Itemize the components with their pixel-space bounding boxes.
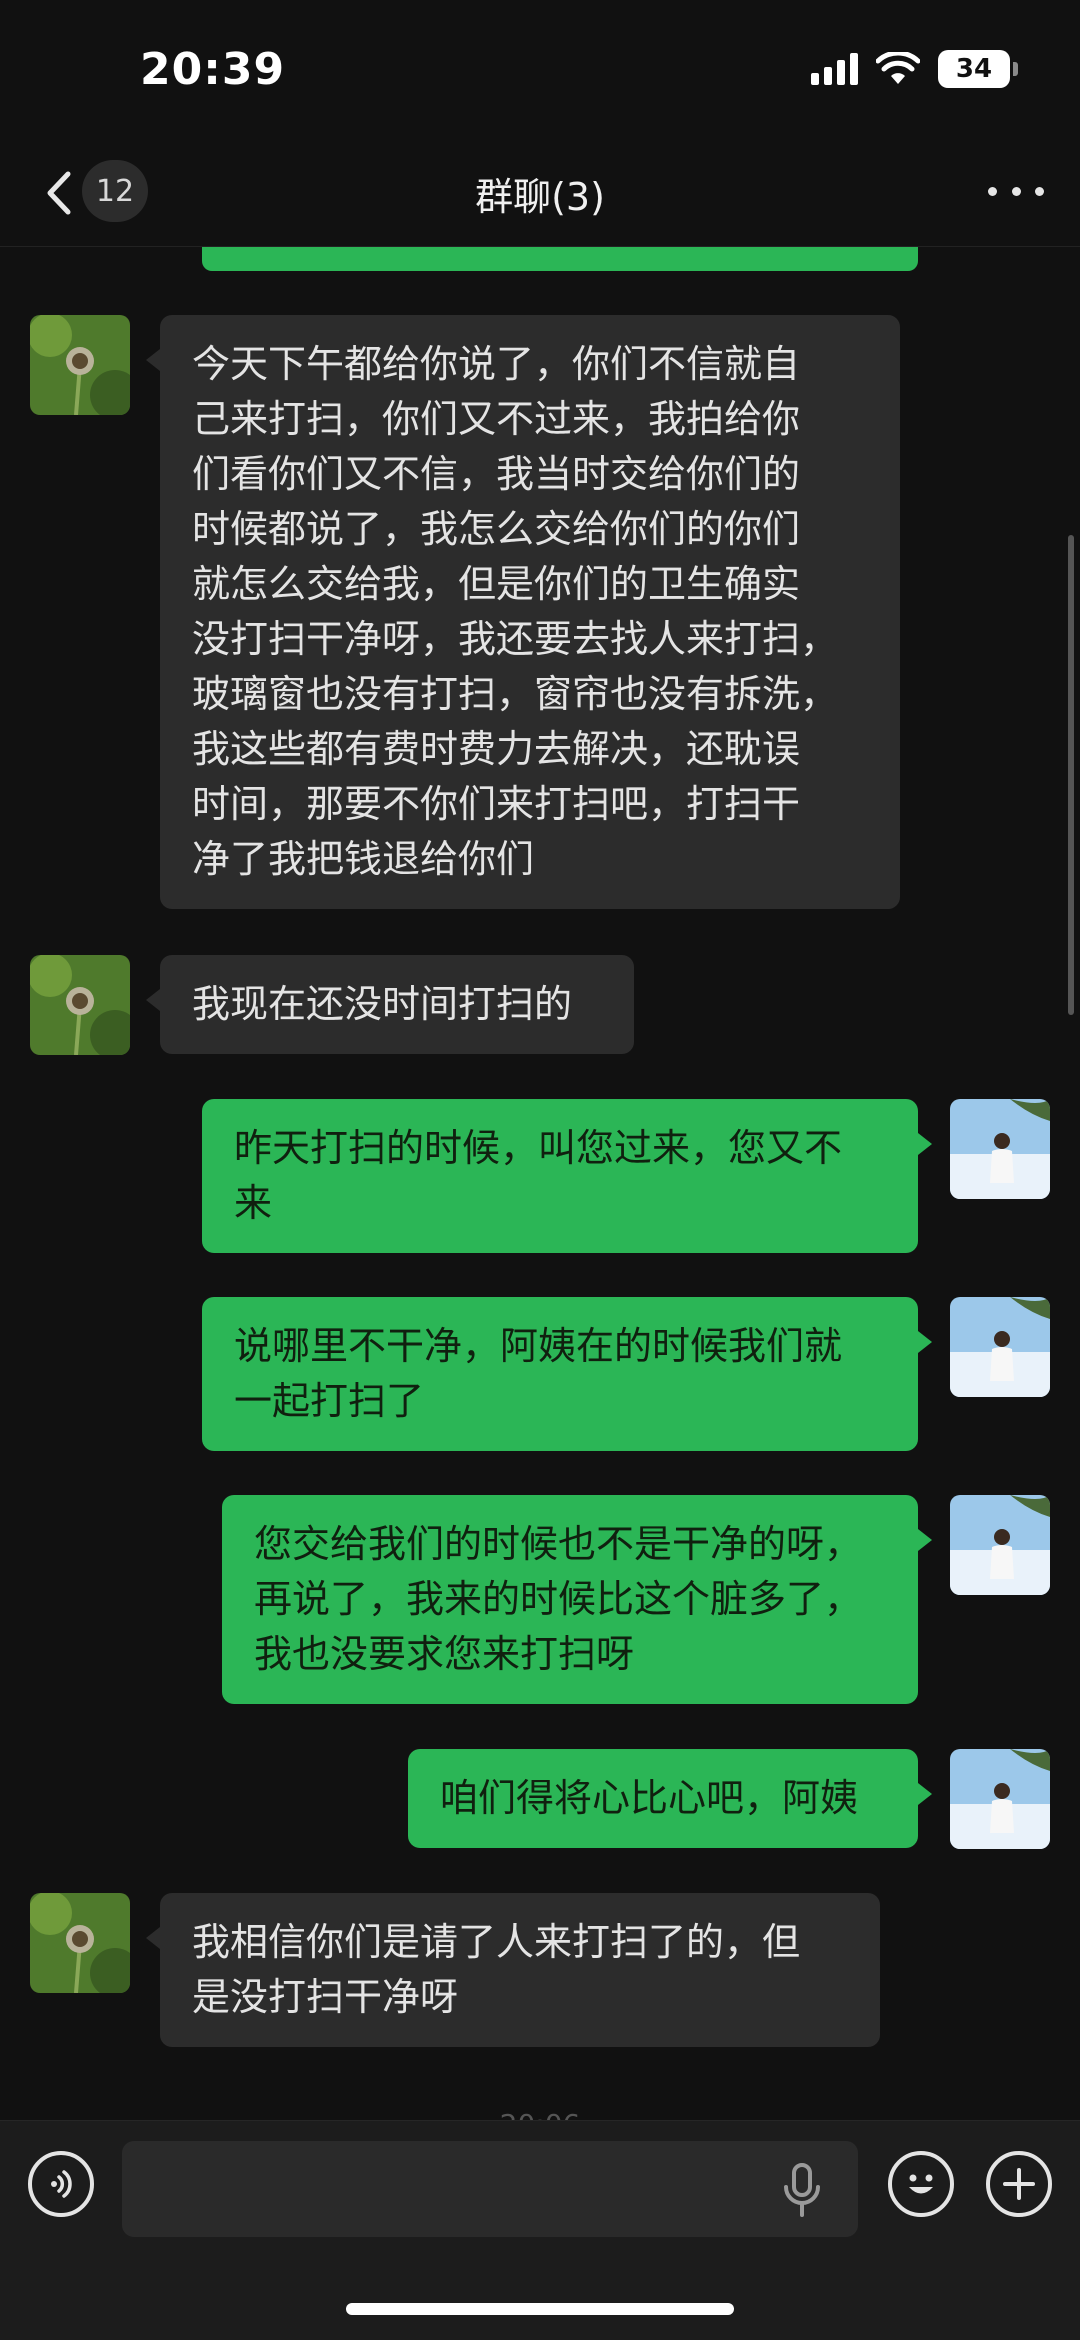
message-line: 是没打扫干净呀 (192, 1975, 459, 2019)
message-line: 净了我把钱退给你们 (192, 837, 535, 881)
partial-sent-bubble[interactable] (202, 247, 918, 271)
message-line: 时候都说了，我怎么交给你们的你们 (192, 507, 801, 551)
message-bubble[interactable]: 今天下午都给你说了，你们不信就自 己来打扫，你们又不过来，我拍给你 们看你们又不… (146, 315, 900, 909)
message-line: 说哪里不干净，阿姨在的时候我们就 (234, 1324, 843, 1368)
message-line: 一起打扫了 (234, 1379, 425, 1423)
message-bubble[interactable]: 说哪里不干净，阿姨在的时候我们就 一起打扫了 (202, 1297, 932, 1451)
message-line: 就怎么交给我，但是你们的卫生确实 (192, 562, 801, 606)
message-line: 我这些都有费时费力去解决，还耽误 (192, 727, 801, 771)
voice-mode-icon[interactable] (28, 2151, 94, 2217)
message-line: 我相信你们是请了人来打扫了的，但 (192, 1920, 801, 1964)
status-icons: 34 (811, 50, 1018, 88)
battery-icon: 34 (938, 50, 1018, 88)
person-avatar[interactable] (950, 1495, 1050, 1595)
message-line: 再说了，我来的时候比这个脏多了， (254, 1577, 863, 1621)
message-line: 我也没要求您来打扫呀 (254, 1632, 635, 1676)
message-line: 咱们得将心比心吧，阿姨 (440, 1776, 859, 1820)
emoji-icon[interactable] (888, 2151, 954, 2217)
cellular-signal-icon (811, 53, 858, 85)
person-avatar[interactable] (950, 1099, 1050, 1199)
wifi-icon (876, 52, 920, 84)
scrollbar[interactable] (1068, 535, 1074, 1015)
message-line: 我现在还没时间打扫的 (192, 982, 573, 1026)
message-line: 己来打扫，你们又不过来，我拍给你 (192, 397, 801, 441)
message-bubble[interactable]: 昨天打扫的时候，叫您过来，您又不 来 (202, 1099, 932, 1253)
message-line: 今天下午都给你说了，你们不信就自 (192, 342, 801, 386)
message-bubble[interactable]: 我相信你们是请了人来打扫了的，但 是没打扫干净呀 (146, 1893, 880, 2047)
home-indicator[interactable] (346, 2303, 734, 2315)
message-line: 们看你们又不信，我当时交给你们的 (192, 452, 801, 496)
message-line: 来 (234, 1181, 273, 1225)
message-bubble[interactable]: 咱们得将心比心吧，阿姨 (408, 1749, 932, 1848)
message-bubble[interactable]: 您交给我们的时候也不是干净的呀， 再说了，我来的时候比这个脏多了， 我也没要求您… (222, 1495, 932, 1704)
microphone-icon[interactable] (780, 2163, 824, 2217)
status-bar: 20:39 34 (0, 0, 1080, 140)
message-line: 玻璃窗也没有打扫，窗帘也没有拆洗， (192, 672, 839, 716)
status-time: 20:39 (140, 44, 286, 95)
plus-icon[interactable] (986, 2151, 1052, 2217)
battery-level: 34 (955, 54, 993, 84)
flower-avatar[interactable] (30, 955, 130, 1055)
message-bubble[interactable]: 我现在还没时间打扫的 (146, 955, 634, 1054)
flower-avatar[interactable] (30, 1893, 130, 1993)
message-input[interactable] (122, 2141, 858, 2237)
flower-avatar[interactable] (30, 315, 130, 415)
chat-screen: 20:39 34 12 群聊(3) 今天下午都给你说了，你们不信就自 己来打扫，… (0, 0, 1080, 2340)
more-dots-icon[interactable] (988, 176, 1044, 206)
message-line: 没打扫干净呀，我还要去找人来打扫， (192, 617, 839, 661)
message-line: 昨天打扫的时候，叫您过来，您又不 (234, 1126, 843, 1170)
message-list[interactable]: 今天下午都给你说了，你们不信就自 己来打扫，你们又不过来，我拍给你 们看你们又不… (0, 247, 1080, 2120)
chat-header: 12 群聊(3) (0, 140, 1080, 247)
person-avatar[interactable] (950, 1297, 1050, 1397)
chat-title: 群聊(3) (475, 175, 605, 219)
message-line: 您交给我们的时候也不是干净的呀， (254, 1522, 863, 1566)
person-avatar[interactable] (950, 1749, 1050, 1849)
message-line: 时间，那要不你们来打扫吧，打扫干 (192, 782, 801, 826)
